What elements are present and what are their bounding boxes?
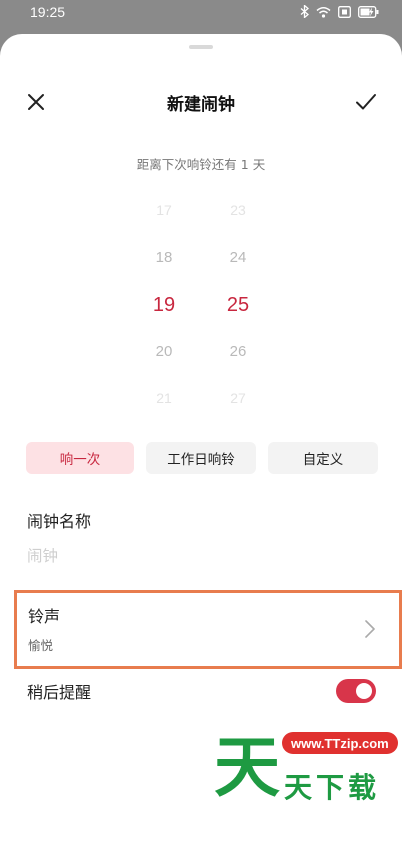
- status-bar: 19:25: [0, 0, 402, 26]
- bluetooth-icon: [300, 5, 309, 18]
- minute-option[interactable]: 23: [208, 202, 268, 218]
- alarm-name-input[interactable]: [27, 542, 367, 570]
- watermark-url: www.TTzip.com: [282, 732, 398, 754]
- repeat-workday-button[interactable]: 工作日响铃: [146, 442, 256, 474]
- drag-handle[interactable]: [189, 45, 213, 49]
- hour-option[interactable]: 17: [134, 202, 194, 218]
- hour-option[interactable]: 20: [134, 343, 194, 360]
- ringtone-value: 愉悦: [28, 638, 54, 653]
- watermark-logo-glyph: 天: [214, 730, 280, 800]
- minute-option[interactable]: 24: [208, 249, 268, 266]
- selected-hour[interactable]: 19: [134, 294, 194, 317]
- hour-picker[interactable]: 17 18 19 20 21: [134, 194, 194, 414]
- wifi-icon: [316, 6, 331, 18]
- minute-picker[interactable]: 23 24 25 26 27: [208, 194, 268, 414]
- chevron-right-icon: [365, 620, 375, 638]
- confirm-button[interactable]: [354, 90, 378, 114]
- ringtone-label: 铃声: [28, 607, 61, 626]
- check-icon: [356, 94, 376, 110]
- alarm-name-label: 闹钟名称: [27, 512, 92, 531]
- repeat-once-button[interactable]: 响一次: [26, 442, 134, 474]
- ringtone-row[interactable]: 铃声 愉悦: [14, 590, 402, 669]
- next-alarm-countdown: 距离下次响铃还有 1 天: [136, 157, 266, 172]
- status-time: 19:25: [30, 4, 66, 20]
- snooze-toggle[interactable]: [336, 679, 376, 703]
- toggle-knob: [356, 683, 372, 699]
- minute-option[interactable]: 27: [208, 390, 268, 406]
- battery-charging-icon: [358, 5, 380, 18]
- hour-option[interactable]: 21: [134, 390, 194, 406]
- watermark: 天 www.TTzip.com 天下载: [214, 730, 398, 830]
- selected-minute[interactable]: 25: [208, 294, 268, 317]
- status-icons: [300, 5, 380, 18]
- repeat-options: 响一次 工作日响铃 自定义: [26, 442, 378, 474]
- snooze-label: 稍后提醒: [27, 683, 92, 702]
- repeat-custom-button[interactable]: 自定义: [268, 442, 378, 474]
- watermark-logo: 天: [214, 730, 280, 800]
- sim-icon: [338, 5, 351, 18]
- watermark-text: 天下载: [284, 771, 381, 804]
- minute-option[interactable]: 26: [208, 343, 268, 360]
- hour-option[interactable]: 18: [134, 249, 194, 266]
- page-title: 新建闹钟: [167, 95, 235, 115]
